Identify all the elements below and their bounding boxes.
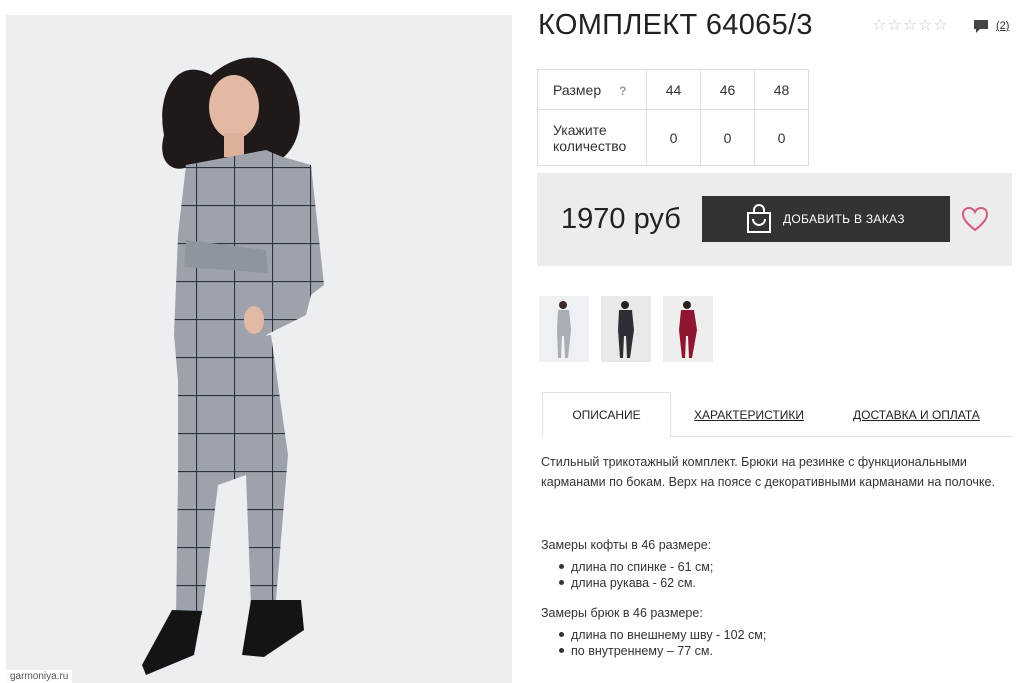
thumbnail-burgundy-suit[interactable] <box>663 296 713 362</box>
quantity-input-48[interactable]: 0 <box>754 109 809 166</box>
list-item: длина рукава - 62 см. <box>559 575 713 591</box>
quantity-label-line1: Укажите <box>553 121 607 138</box>
model-photo-illustration <box>142 57 324 675</box>
comments-count[interactable]: (2) <box>996 19 1009 33</box>
comment-icon <box>973 19 989 34</box>
product-main-image[interactable]: garmoniya.ru <box>6 15 512 683</box>
size-48: 48 <box>754 69 809 110</box>
size-label: Размер <box>553 81 602 98</box>
star-icon[interactable]: ☆ <box>918 17 932 33</box>
size-label-cell: Размер? <box>537 69 647 110</box>
top-measurements-title: Замеры кофты в 46 размере: <box>541 538 712 552</box>
product-description: Стильный трикотажный комплект. Брюки на … <box>541 455 995 489</box>
quantity-label-cell: Укажите количество <box>537 109 647 166</box>
top-measurements-list: длина по спинке - 61 см; длина рукава - … <box>559 559 713 591</box>
size-46: 46 <box>700 69 755 110</box>
quantity-input-46[interactable]: 0 <box>700 109 755 166</box>
thumb-figure <box>618 310 634 358</box>
heart-icon[interactable] <box>961 206 989 232</box>
star-icon[interactable]: ☆ <box>887 17 901 33</box>
tab-delivery-payment[interactable]: ДОСТАВКА И ОПЛАТА <box>853 392 980 437</box>
product-tabs: ОПИСАНИЕ ХАРАКТЕРИСТИКИ ДОСТАВКА И ОПЛАТ… <box>542 392 1013 438</box>
shopping-bag-icon <box>747 204 771 233</box>
star-icon[interactable]: ☆ <box>872 17 886 33</box>
thumbnail-dark-check-suit[interactable] <box>601 296 651 362</box>
star-icon[interactable]: ☆ <box>933 17 947 33</box>
product-title: КОМПЛЕКТ 64065/3 <box>538 9 813 41</box>
size-table: Размер? 44 46 48 Укажите количество 0 0 … <box>537 69 809 166</box>
pants-measurements-list: длина по внешнему шву - 102 см; по внутр… <box>559 627 766 659</box>
list-item: длина по спинке - 61 см; <box>559 559 713 575</box>
rating-stars[interactable]: ☆ ☆ ☆ ☆ ☆ <box>872 17 948 33</box>
thumbnail-grey-check-suit[interactable] <box>539 296 589 362</box>
quantity-label-line2: количество <box>553 137 627 154</box>
star-icon[interactable]: ☆ <box>903 17 917 33</box>
thumb-figure <box>679 310 697 358</box>
list-item: длина по внешнему шву - 102 см; <box>559 627 766 643</box>
thumb-figure <box>557 310 571 358</box>
pants-measurements-title: Замеры брюк в 46 размере: <box>541 606 703 620</box>
price: 1970 руб <box>561 203 681 235</box>
watermark: garmoniya.ru <box>6 670 73 683</box>
comments-link[interactable]: (2) <box>973 19 1009 34</box>
size-help-icon[interactable]: ? <box>619 84 626 98</box>
quantity-input-44[interactable]: 0 <box>646 109 701 166</box>
size-44: 44 <box>646 69 701 110</box>
add-to-order-label: ДОБАВИТЬ В ЗАКАЗ <box>783 212 905 226</box>
tab-description[interactable]: ОПИСАНИЕ <box>542 392 671 438</box>
list-item: по внутреннему – 77 см. <box>559 643 766 659</box>
tab-characteristics[interactable]: ХАРАКТЕРИСТИКИ <box>694 392 804 437</box>
thumbnail-gallery <box>539 296 713 362</box>
purchase-panel: 1970 руб ДОБАВИТЬ В ЗАКАЗ <box>537 173 1012 266</box>
add-to-order-button[interactable]: ДОБАВИТЬ В ЗАКАЗ <box>702 196 950 242</box>
